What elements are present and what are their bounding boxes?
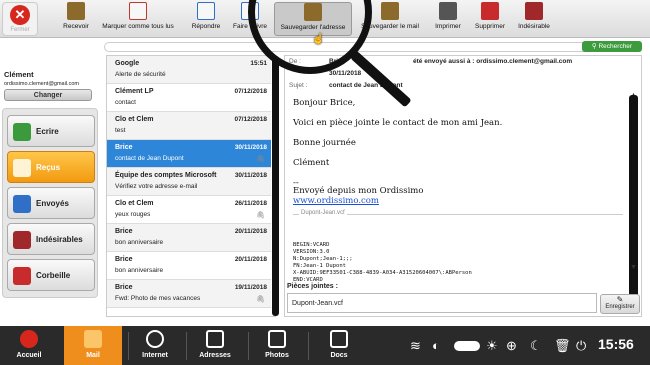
print-button[interactable]: Imprimer (428, 2, 468, 36)
mark-read-icon (129, 2, 147, 20)
trash-folder-icon (13, 267, 31, 285)
power-icon[interactable]: ⏻ (576, 338, 586, 354)
attachment-box: Dupont-Jean.vcf (287, 293, 597, 313)
spam-folder-icon (13, 231, 31, 249)
home-icon (20, 330, 38, 348)
receive-button[interactable]: Recevoir (56, 2, 96, 36)
camera-icon (268, 330, 286, 348)
message-list: Google 15:51 Alerte de sécurité Clément … (106, 55, 276, 317)
attachments-title: Pièces jointes : (287, 283, 338, 290)
save-attachment-label: Enregistrer (605, 304, 635, 310)
change-account-button[interactable]: Changer (4, 89, 92, 101)
docs-icon (330, 330, 348, 348)
reply-icon (197, 2, 215, 20)
separator (308, 332, 309, 360)
inbox-icon (13, 159, 31, 177)
clock: 15:56 (598, 336, 634, 352)
dim-brightness-icon[interactable]: ◐ (432, 338, 440, 354)
message-row[interactable]: Clo et Clem 07/12/2018 test (107, 112, 271, 140)
nav-contacts[interactable]: Adresses (190, 326, 240, 365)
wifi-icon[interactable]: ≋ (410, 338, 421, 354)
sent-icon (13, 195, 31, 213)
close-label: Fermer (10, 27, 30, 33)
attachment-icon: 🖇 (256, 212, 265, 219)
close-button[interactable]: ✕ Fermer (2, 2, 38, 36)
attachment-icon: 🖇 (256, 156, 265, 163)
bright-icon[interactable]: ☀ (486, 338, 498, 354)
spam-icon (525, 2, 543, 20)
message-row[interactable]: Équipe des comptes Microsoft 30/11/2018 … (107, 168, 271, 196)
receive-icon (67, 2, 85, 20)
header-date-row: 30/11/2018 (329, 70, 362, 77)
nav-photos[interactable]: Photos (254, 326, 300, 365)
ordissimo-link[interactable]: www.ordissimo.com (293, 196, 379, 206)
search-button-label: Rechercher (598, 43, 633, 50)
folder-trash[interactable]: Corbeille (7, 259, 95, 291)
nav-internet[interactable]: Internet (132, 326, 178, 365)
search-input[interactable] (104, 42, 642, 52)
globe-icon (146, 330, 164, 348)
reading-pane: De : Brice été envoyé aussi à : ordissim… (284, 55, 642, 317)
reply-button[interactable]: Répondre (186, 2, 226, 36)
brightness-slider[interactable] (454, 341, 480, 351)
save-attachment-button[interactable]: ✎ Enregistrer (600, 294, 640, 314)
message-row[interactable]: Clément LP 07/12/2018 contact (107, 84, 271, 112)
folder-write[interactable]: Ecrire (7, 115, 95, 147)
attachment-icon: 🖇 (256, 296, 265, 303)
message-row[interactable]: Google 15:51 Alerte de sécurité (107, 56, 271, 84)
message-row-selected[interactable]: Brice 30/11/2018 contact de Jean Dupont … (107, 140, 271, 168)
mark-all-read-button[interactable]: Marquer comme tous lus (98, 2, 178, 36)
separator (186, 332, 187, 360)
account-email: ordissimo.clement@gmail.com (4, 81, 79, 87)
vcard-filename: Dupont-Jean.vcf (299, 210, 347, 216)
message-row[interactable]: Clo et Clem 26/11/2018 yeux rouges 🖇 (107, 196, 271, 224)
pen-icon: ✎ (616, 295, 624, 304)
contacts-icon (206, 330, 224, 348)
separator (248, 332, 249, 360)
nav-docs[interactable]: Docs (316, 326, 362, 365)
spam-button[interactable]: Indésirable (512, 2, 556, 36)
trash-tray-icon[interactable]: 🗑 (554, 338, 571, 354)
write-icon (13, 123, 31, 141)
close-icon: ✕ (10, 5, 30, 25)
account-name: Clément (4, 70, 34, 79)
zoom-in-icon[interactable]: ⊕ (506, 338, 517, 354)
message-row[interactable]: Brice 19/11/2018 Fwd: Photo de mes vacan… (107, 280, 271, 308)
message-row[interactable]: Brice 20/11/2018 bon anniversaire (107, 252, 271, 280)
moon-icon[interactable]: ☾ (530, 338, 542, 354)
folder-spam[interactable]: Indésirables (7, 223, 95, 255)
save-mail-icon (381, 2, 399, 20)
separator (128, 332, 129, 360)
nav-home[interactable]: Accueil (6, 326, 52, 365)
folder-sent[interactable]: Envoyés (7, 187, 95, 219)
attachment-file[interactable]: Dupont-Jean.vcf (292, 300, 343, 307)
account-panel: Clément ordissimo.clement@gmail.com Chan… (4, 70, 96, 106)
delete-button[interactable]: Supprimer (470, 2, 510, 36)
cc-note: été envoyé aussi à : ordissimo.clement@g… (413, 58, 573, 65)
mail-icon (84, 330, 102, 348)
message-list-scrollbar[interactable] (272, 56, 279, 316)
header-subject-row: Sujet : contact de Jean Dupont (289, 82, 403, 89)
message-row[interactable]: Brice 20/11/2018 bon anniversaire (107, 224, 271, 252)
folder-list: Ecrire Reçus Envoyés Indésirables Corbei… (2, 108, 98, 298)
reading-pane-scrollbar[interactable] (629, 95, 638, 311)
cursor-icon: ☝ (312, 34, 325, 45)
search-button[interactable]: ⚲ Rechercher (582, 41, 642, 52)
folder-inbox[interactable]: Reçus (7, 151, 95, 183)
scroll-down-arrow[interactable]: ▼ (630, 264, 637, 271)
message-body: Bonjour Brice, Voici en pièce jointe le … (289, 96, 627, 283)
nav-mail[interactable]: Mail (64, 326, 122, 365)
trash-icon (481, 2, 499, 20)
printer-icon (439, 2, 457, 20)
taskbar: Accueil Mail Internet Adresses Photos Do… (0, 326, 650, 365)
